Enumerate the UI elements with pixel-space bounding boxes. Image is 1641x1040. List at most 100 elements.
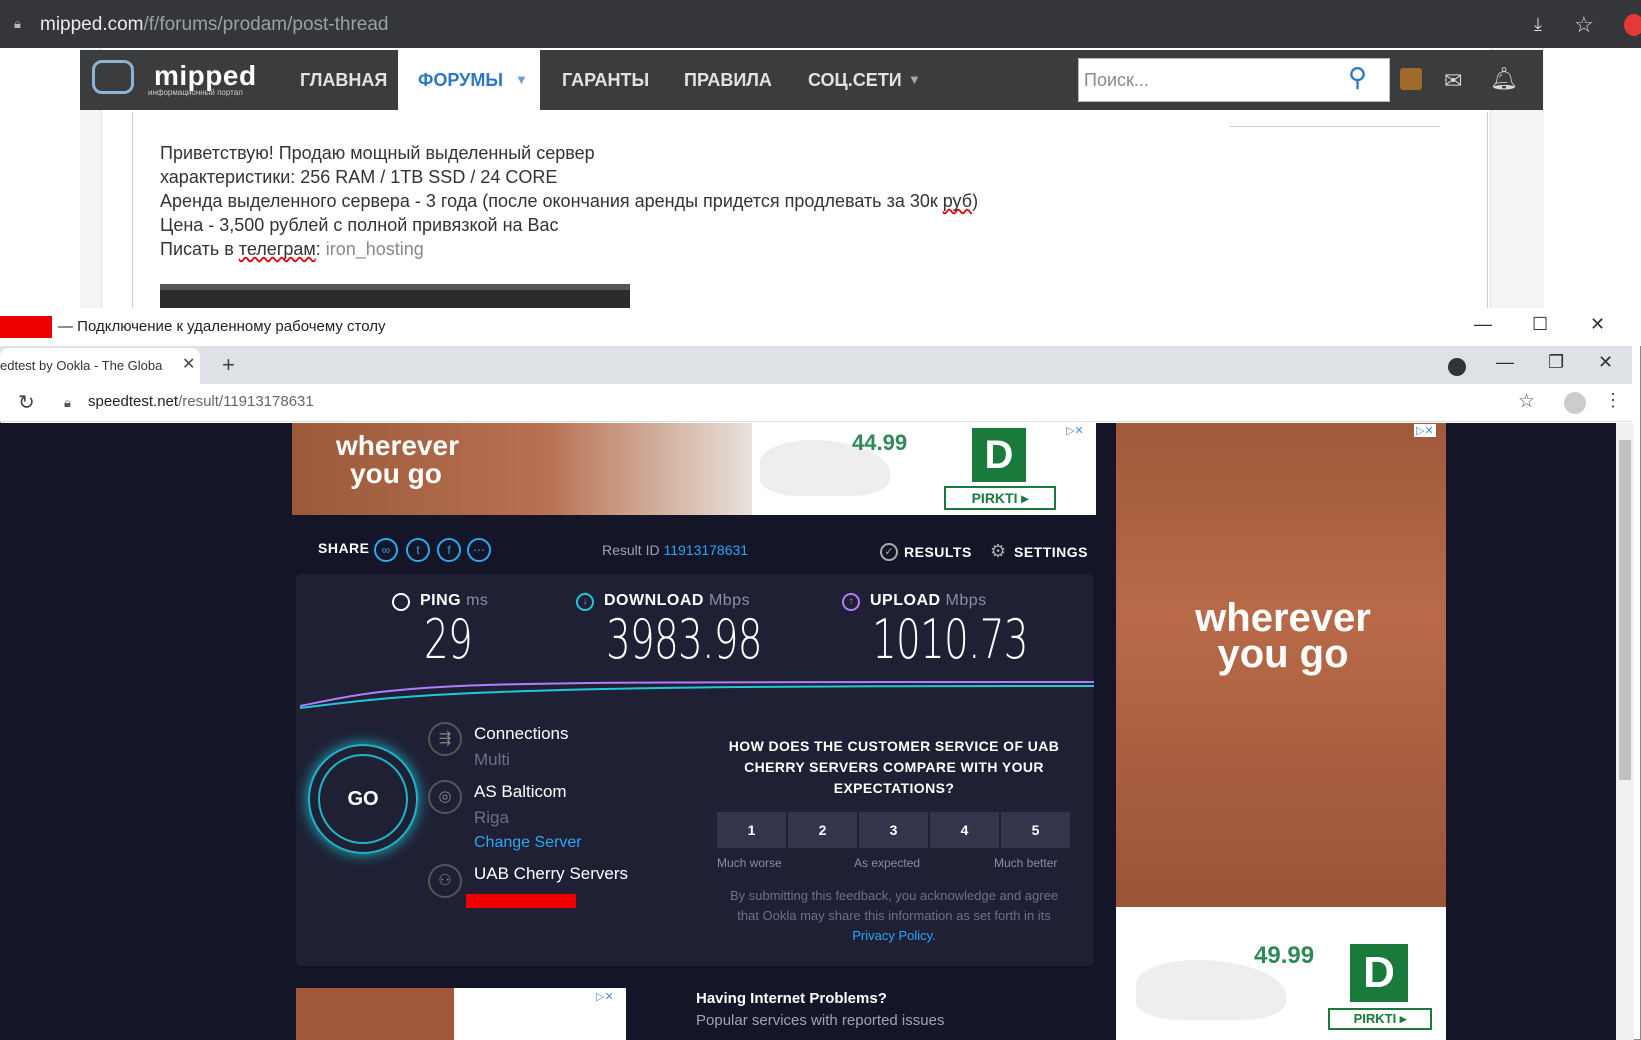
spellcheck-word: телеграм <box>238 239 316 259</box>
post-line: Цена - 3,500 рублей с полной привязкой н… <box>160 215 559 235</box>
link-icon[interactable]: ∞ <box>374 538 398 562</box>
telegram-handle: iron_hosting <box>325 239 424 259</box>
reload-icon[interactable]: ↻ <box>18 390 35 415</box>
rating-4-button[interactable]: 4 <box>930 812 999 848</box>
post-text: Писать в <box>160 239 239 259</box>
change-server-link[interactable]: Change Server <box>474 834 582 852</box>
ad-photo <box>296 988 454 1040</box>
menu-icon[interactable]: ⋮ <box>1604 390 1622 411</box>
post-line: характеристики: 256 RAM / 1TB SSD / 24 C… <box>160 167 558 187</box>
ad-cta-button[interactable]: PIRKTI ▸ <box>944 486 1056 510</box>
extension-icon[interactable] <box>1624 14 1641 36</box>
gamepad-logo-icon[interactable] <box>92 60 134 94</box>
upload-unit: Mbps <box>945 592 987 609</box>
ping-unit: ms <box>466 592 489 609</box>
internet-problems-subtitle: Popular services with reported issues <box>696 1012 945 1029</box>
bookmark-star-icon[interactable]: ☆ <box>1574 12 1594 38</box>
check-icon: ✓ <box>880 543 898 561</box>
ping-icon <box>392 593 410 611</box>
nav-guarantors[interactable]: ГАРАНТЫ <box>562 70 649 91</box>
tab-title: edtest by Ookla - The Globa <box>0 358 163 373</box>
close-icon[interactable]: ✕ <box>1598 352 1613 373</box>
rating-label-mid: As expected <box>854 856 921 870</box>
more-icon[interactable]: ⋯ <box>467 538 491 562</box>
post-text: ) <box>972 191 979 211</box>
adchoices-icon[interactable]: ▷✕ <box>594 990 616 1003</box>
download-label-text: DOWNLOAD <box>604 592 704 609</box>
facebook-icon[interactable]: f <box>437 538 461 562</box>
new-tab-icon[interactable]: + <box>222 352 235 378</box>
connections-value: Multi <box>474 750 510 769</box>
rating-label-low: Much worse <box>717 856 782 870</box>
rating-2-button[interactable]: 2 <box>788 812 857 848</box>
twitter-icon[interactable]: t <box>406 538 430 562</box>
go-button[interactable]: GO <box>318 754 408 844</box>
chevron-down-icon[interactable]: ▼ <box>908 72 921 87</box>
editor-toolbar-divider <box>1230 126 1440 127</box>
nav-home[interactable]: ГЛАВНАЯ <box>300 70 387 91</box>
inner-url-domain: speedtest.net <box>88 393 179 410</box>
profile-dropdown-icon[interactable] <box>1448 358 1466 376</box>
ad-slogan: wherever you go <box>1195 596 1371 676</box>
results-link[interactable]: RESULTS <box>904 544 972 560</box>
settings-link[interactable]: SETTINGS <box>1014 544 1088 560</box>
search-input[interactable]: Поиск... <box>1084 70 1149 91</box>
spellcheck-word: руб <box>942 191 973 211</box>
result-id-label: Result ID <box>602 542 660 558</box>
inner-url[interactable]: speedtest.net/result/11913178631 <box>88 393 314 410</box>
adchoices-icon[interactable]: ▷✕ <box>1414 424 1436 437</box>
adchoices-icon[interactable]: ▷✕ <box>1064 424 1086 437</box>
scrollbar-thumb[interactable] <box>1619 440 1631 780</box>
rating-1-button[interactable]: 1 <box>717 812 786 848</box>
chevron-down-icon[interactable]: ▼ <box>515 72 528 87</box>
minimize-icon[interactable]: — <box>1496 352 1514 373</box>
minimize-icon[interactable]: — <box>1474 314 1492 335</box>
nav-forums[interactable]: ФОРУМЫ <box>418 70 503 91</box>
host-name: UAB Cherry Servers <box>474 864 628 883</box>
privacy-policy-link[interactable]: Privacy Policy. <box>852 928 936 943</box>
download-arrow-icon: ↓ <box>576 593 594 611</box>
upload-arrow-icon: ↑ <box>842 593 860 611</box>
nav-social[interactable]: СОЦ.СЕТИ <box>808 70 902 91</box>
rating-3-button[interactable]: 3 <box>859 812 928 848</box>
outer-url-domain: mipped.com <box>40 14 144 35</box>
mail-icon[interactable]: ✉ <box>1444 68 1462 94</box>
redacted-hostname <box>0 316 52 338</box>
connections-label: Connections <box>474 724 569 743</box>
inner-tab-strip <box>0 346 1632 384</box>
post-line: Писать в телеграм: iron_hosting <box>160 239 424 260</box>
ad-brand-logo: D <box>972 428 1026 482</box>
download-value: 3983.98 <box>606 608 762 671</box>
redacted-ip <box>466 894 576 908</box>
ad-cta-button[interactable]: PIRKTI ▸ <box>1328 1008 1432 1030</box>
restore-icon[interactable]: ❐ <box>1548 352 1564 373</box>
upload-label-text: UPLOAD <box>870 592 941 609</box>
gear-icon: ⚙ <box>990 541 1007 561</box>
upload-value: 1010.73 <box>872 608 1028 671</box>
avatar[interactable] <box>1400 68 1422 90</box>
result-id: Result ID 11913178631 <box>602 542 748 558</box>
close-icon[interactable]: ✕ <box>1590 314 1605 335</box>
rating-5-button[interactable]: 5 <box>1001 812 1070 848</box>
download-icon[interactable]: ⤓ <box>1534 14 1542 35</box>
post-text: : <box>315 239 326 259</box>
ad-price: 44.99 <box>852 430 908 455</box>
connections-icon: ⇶ <box>428 722 462 756</box>
bookmark-star-icon[interactable]: ☆ <box>1518 390 1535 413</box>
user-icon: ⚇ <box>428 864 462 898</box>
outer-url[interactable]: mipped.com/f/forums/prodam/post-thread <box>40 14 389 36</box>
tab-close-icon[interactable]: ✕ <box>182 354 195 374</box>
result-id-value[interactable]: 11913178631 <box>663 542 748 558</box>
account-icon[interactable] <box>1564 392 1586 414</box>
post-line: Приветствую! Продаю мощный выделенный се… <box>160 143 595 163</box>
bell-icon[interactable]: 🔔︎ <box>1490 66 1518 92</box>
search-icon[interactable]: ⚲ <box>1348 62 1380 94</box>
share-label: SHARE <box>318 540 370 556</box>
maximize-icon[interactable]: ☐ <box>1532 314 1548 335</box>
globe-icon: ◎ <box>428 780 462 814</box>
isp-name: AS Balticom <box>474 782 567 801</box>
nav-rules[interactable]: ПРАВИЛА <box>684 70 772 91</box>
speed-graph <box>300 681 1094 709</box>
ad-slogan: wherever you go <box>336 430 459 489</box>
ping-value: 29 <box>424 608 473 671</box>
